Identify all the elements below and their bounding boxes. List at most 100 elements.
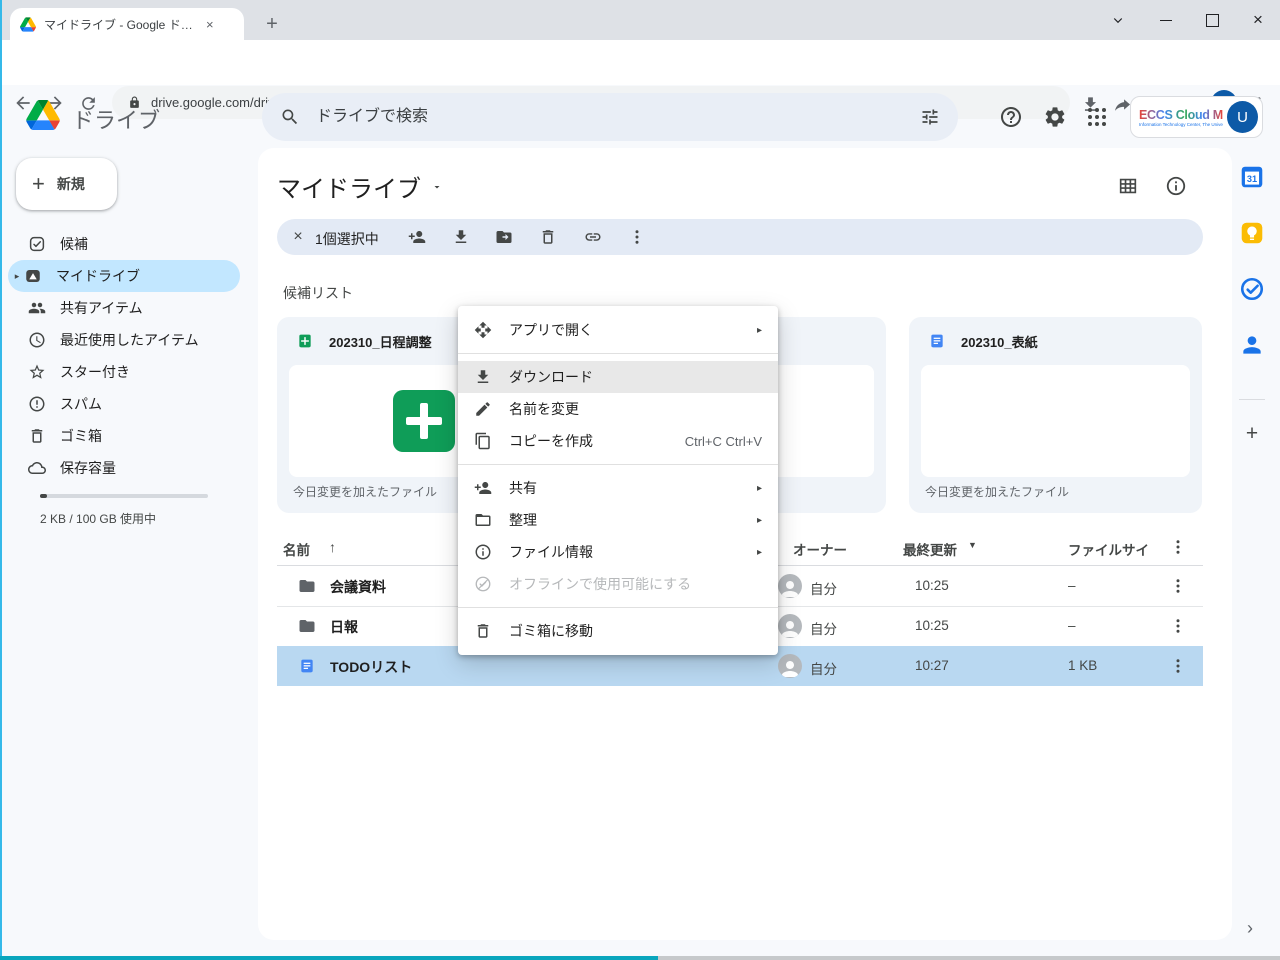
window-close-button[interactable]: ×: [1235, 0, 1280, 40]
copy-icon: [474, 432, 492, 450]
keep-app-icon[interactable]: [1239, 220, 1265, 246]
selection-count: 1個選択中: [315, 229, 379, 249]
suggestion-card-doc[interactable]: 202310_表紙 今日変更を加えたファイル: [909, 317, 1202, 513]
copy-link-icon[interactable]: [584, 228, 602, 246]
menu-item-file-info[interactable]: ファイル情報 ▸: [458, 536, 778, 568]
share-person-add-icon: [474, 479, 492, 497]
window-maximize-button[interactable]: [1189, 0, 1235, 40]
move-to-folder-icon[interactable]: [495, 228, 513, 246]
menu-item-share[interactable]: 共有 ▸: [458, 472, 778, 504]
column-owner[interactable]: オーナー: [793, 539, 847, 559]
column-size[interactable]: ファイルサイ: [1068, 539, 1149, 559]
menu-item-rename[interactable]: 名前を変更: [458, 393, 778, 425]
row-more-dots-icon[interactable]: [1169, 617, 1187, 635]
open-with-icon: [474, 321, 492, 339]
share-person-add-icon[interactable]: [408, 228, 426, 246]
storage-progress-track: [40, 494, 208, 498]
folder-icon: [298, 617, 316, 635]
drive-logo[interactable]: [26, 100, 60, 130]
sidebar-item-recent[interactable]: 最近使用したアイテム: [8, 324, 240, 356]
sidebar-item-spam[interactable]: スパム: [8, 388, 240, 420]
new-tab-button[interactable]: +: [258, 10, 286, 38]
account-brand-subtext: Information Technology Center, The Unive…: [1139, 122, 1223, 127]
row-more-dots-icon[interactable]: [1169, 657, 1187, 675]
help-icon[interactable]: [999, 105, 1023, 129]
expand-side-panel-chevron-icon[interactable]: ›: [1240, 918, 1260, 938]
download-icon: [474, 368, 492, 386]
owner-avatar: [778, 574, 802, 598]
download-icon[interactable]: [452, 228, 470, 246]
browser-toolbar: drive.google.com/drive/my-drive U: [0, 40, 1280, 85]
contacts-app-icon[interactable]: [1239, 332, 1265, 358]
column-options-dots-icon[interactable]: [1169, 538, 1187, 556]
card-footer: 今日変更を加えたファイル: [925, 483, 1069, 500]
account-avatar[interactable]: U: [1227, 101, 1258, 133]
account-brand-block: ECCS Cloud Mail Information Technology C…: [1139, 108, 1223, 127]
sidebar-nav: 候補 ▸ マイドライブ 共有アイテム 最近使用したアイテム スター付き スパム: [0, 228, 258, 484]
rename-pencil-icon: [474, 400, 492, 418]
spam-alert-icon: [28, 395, 46, 413]
sidebar-item-starred[interactable]: スター付き: [8, 356, 240, 388]
plus-icon: +: [32, 173, 45, 195]
settings-gear-icon[interactable]: [1043, 105, 1067, 129]
sidebar-item-shared[interactable]: 共有アイテム: [8, 292, 240, 324]
suggested-section-label: 候補リスト: [283, 283, 353, 303]
new-button[interactable]: + 新規: [16, 158, 117, 210]
menu-divider: [458, 464, 778, 465]
calendar-app-icon[interactable]: [1239, 164, 1265, 190]
window-menu-chevron-icon[interactable]: [1095, 0, 1141, 40]
more-actions-dots-icon[interactable]: [628, 228, 646, 246]
offline-pin-icon: [474, 575, 492, 593]
search-icon: [280, 107, 300, 127]
clock-icon: [28, 331, 46, 349]
menu-item-download[interactable]: ダウンロード: [458, 361, 778, 393]
column-name[interactable]: 名前: [283, 539, 310, 559]
screen: マイドライブ - Google ドライブ × + × drive.google.…: [0, 0, 1280, 960]
sidebar-item-trash[interactable]: ゴミ箱: [8, 420, 240, 452]
card-preview: [921, 365, 1190, 477]
my-drive-icon: [24, 267, 42, 285]
cloud-icon: [28, 459, 46, 477]
expand-caret-icon[interactable]: ▸: [10, 271, 24, 282]
details-info-icon[interactable]: [1165, 175, 1187, 197]
search-input[interactable]: [314, 107, 920, 127]
column-modified[interactable]: 最終更新: [903, 539, 957, 559]
window-left-edge: [0, 0, 2, 960]
clear-selection-icon[interactable]: ×: [287, 226, 309, 248]
menu-item-organize[interactable]: 整理 ▸: [458, 504, 778, 536]
trash-icon[interactable]: [539, 228, 557, 246]
window-minimize-button[interactable]: [1143, 0, 1189, 40]
people-icon: [28, 299, 46, 317]
sidebar-item-storage[interactable]: 保存容量: [8, 452, 240, 484]
card-title: 202310_日程調整: [329, 332, 432, 351]
get-addons-plus-icon[interactable]: +: [1241, 423, 1263, 445]
tasks-app-icon[interactable]: [1239, 276, 1265, 302]
storage-progress-used: [40, 494, 47, 498]
sheets-logo-tile: [393, 390, 455, 452]
google-apps-grid-icon[interactable]: [1085, 105, 1109, 129]
menu-item-open-with[interactable]: アプリで開く ▸: [458, 314, 778, 346]
folder-icon: [474, 511, 492, 529]
search-bar[interactable]: [262, 93, 958, 141]
info-icon: [474, 543, 492, 561]
owner-avatar: [778, 614, 802, 638]
menu-divider: [458, 607, 778, 608]
account-badge[interactable]: ECCS Cloud Mail Information Technology C…: [1130, 96, 1263, 138]
menu-item-make-copy[interactable]: コピーを作成 Ctrl+C Ctrl+V: [458, 425, 778, 457]
sidebar-item-my-drive[interactable]: ▸ マイドライブ: [8, 260, 240, 292]
browser-tab[interactable]: マイドライブ - Google ドライブ ×: [10, 8, 244, 40]
sort-ascending-icon[interactable]: ↑: [329, 539, 336, 555]
bottom-edge-gray-bar: [658, 956, 1280, 960]
page-title[interactable]: マイドライブ: [277, 169, 443, 204]
search-filter-tune-icon[interactable]: [920, 107, 940, 127]
sort-menu-caret-icon[interactable]: ▼: [968, 540, 977, 550]
tab-close-icon[interactable]: ×: [206, 18, 214, 31]
sidebar-item-suggested[interactable]: 候補: [8, 228, 240, 260]
folder-icon: [298, 577, 316, 595]
menu-item-offline-disabled: オフラインで使用可能にする: [458, 568, 778, 600]
title-caret-down-icon[interactable]: [431, 181, 443, 193]
submenu-arrow-icon: ▸: [757, 547, 762, 558]
grid-view-icon[interactable]: [1117, 175, 1139, 197]
menu-item-move-to-trash[interactable]: ゴミ箱に移動: [458, 615, 778, 647]
row-more-dots-icon[interactable]: [1169, 577, 1187, 595]
